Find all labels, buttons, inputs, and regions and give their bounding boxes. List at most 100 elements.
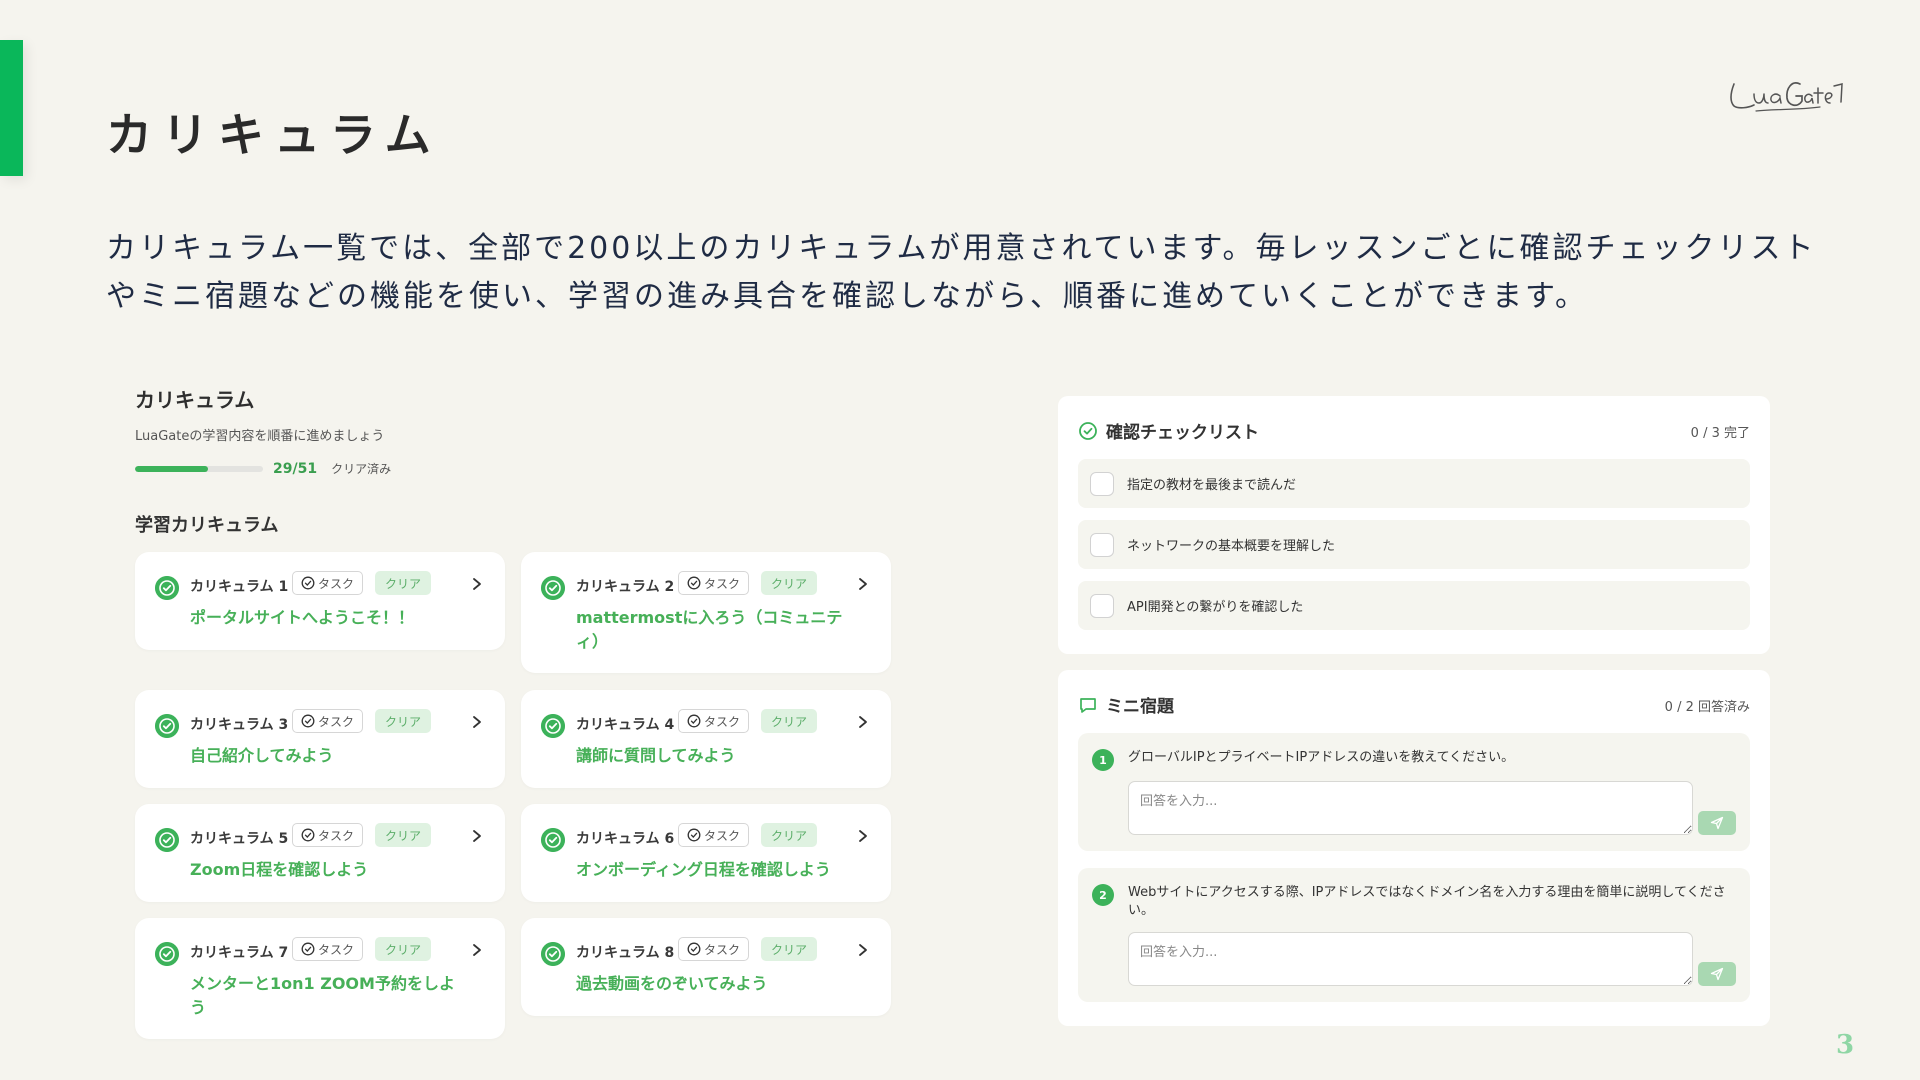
check-circle-icon xyxy=(541,828,565,852)
curriculum-title: カリキュラム xyxy=(135,388,255,412)
curriculum-card[interactable]: カリキュラム 8 タスク クリア 過去動画をのぞいてみよう xyxy=(521,918,891,1016)
task-badge-label: タスク xyxy=(704,714,741,729)
checklist-count: 0 / 3 完了 xyxy=(1690,426,1750,441)
luagate-logo xyxy=(1730,82,1843,112)
card-label: カリキュラム 1 xyxy=(190,579,289,595)
question-text: Webサイトにアクセスする際、IPアドレスではなくドメイン名を入力する理由を簡単… xyxy=(1128,885,1726,918)
clear-badge: クリア xyxy=(761,709,818,733)
curriculum-card[interactable]: カリキュラム 1 タスク クリア ポータルサイトへようこそ！！ xyxy=(135,552,505,650)
chevron-right-icon[interactable] xyxy=(855,575,871,593)
accent-bar xyxy=(0,40,23,176)
homework-count: 0 / 2 回答済み xyxy=(1664,700,1750,715)
clear-badge: クリア xyxy=(761,937,818,961)
chevron-right-icon[interactable] xyxy=(855,713,871,731)
curriculum-subtitle: LuaGateの学習内容を順番に進めましょう xyxy=(135,429,385,444)
question-number: 2 xyxy=(1092,884,1114,906)
chevron-right-icon[interactable] xyxy=(855,827,871,845)
clear-badge: クリア xyxy=(375,709,432,733)
send-icon xyxy=(1710,967,1724,981)
checklist-item-text: 指定の教材を最後まで読んだ xyxy=(1127,478,1297,493)
checklist-panel: 確認チェックリスト 0 / 3 完了 指定の教材を最後まで読んだ ネットワークの… xyxy=(1058,396,1770,654)
card-title: 自己紹介してみよう xyxy=(190,746,334,765)
checklist-title: 確認チェックリスト xyxy=(1106,423,1259,443)
progress-bar xyxy=(135,465,263,472)
send-icon xyxy=(1710,816,1724,830)
check-circle-icon xyxy=(541,714,565,738)
task-badge: タスク xyxy=(678,709,750,733)
curriculum-card[interactable]: カリキュラム 3 タスク クリア 自己紹介してみよう xyxy=(135,690,505,788)
checkbox[interactable] xyxy=(1090,471,1114,496)
card-title: ポータルサイトへようこそ！！ xyxy=(190,608,415,627)
checklist-item[interactable]: ネットワークの基本概要を理解した xyxy=(1078,520,1750,569)
slide-description: カリキュラム一覧では、全部で200以上のカリキュラムが用意されています。毎レッス… xyxy=(106,231,1817,314)
task-check-icon xyxy=(687,576,701,590)
card-label: カリキュラム 8 xyxy=(576,945,675,961)
task-check-icon xyxy=(301,714,315,728)
clear-badge: クリア xyxy=(375,571,432,595)
checkbox[interactable] xyxy=(1090,593,1114,618)
task-badge: タスク xyxy=(678,937,750,961)
task-badge-label: タスク xyxy=(318,828,355,843)
task-badge: タスク xyxy=(678,571,750,595)
curriculum-card[interactable]: カリキュラム 5 タスク クリア Zoom日程を確認しよう xyxy=(135,804,505,902)
task-badge-label: タスク xyxy=(318,576,355,591)
task-check-icon xyxy=(301,576,315,590)
checklist-item[interactable]: 指定の教材を最後まで読んだ xyxy=(1078,459,1750,508)
send-button[interactable] xyxy=(1698,962,1736,986)
curriculum-card[interactable]: カリキュラム 7 タスク クリア メンターと1on1 ZOOM予約をしよう xyxy=(135,918,505,1039)
progress-row: 29/51 クリア済み xyxy=(135,460,895,477)
card-label: カリキュラム 4 xyxy=(576,717,675,733)
section-title: 学習カリキュラム xyxy=(135,515,279,536)
curriculum-panel: カリキュラム LuaGateの学習内容を順番に進めましょう 29/51 クリア済… xyxy=(135,384,895,1039)
task-check-icon xyxy=(687,714,701,728)
answer-input[interactable] xyxy=(1128,932,1693,986)
card-title: Zoom日程を確認しよう xyxy=(190,860,369,879)
chevron-right-icon[interactable] xyxy=(469,713,485,731)
question-box: 1 グローバルIPとプライベートIPアドレスの違いを教えてください。 xyxy=(1078,733,1750,851)
task-badge-label: タスク xyxy=(318,942,355,957)
task-check-icon xyxy=(301,942,315,956)
card-label: カリキュラム 7 xyxy=(190,945,289,961)
task-badge: タスク xyxy=(292,709,364,733)
task-badge-label: タスク xyxy=(704,942,741,957)
task-badge-label: タスク xyxy=(704,576,741,591)
card-title: mattermostに入ろう（コミュニティ） xyxy=(576,608,843,651)
chevron-right-icon[interactable] xyxy=(469,827,485,845)
progress-status: クリア済み xyxy=(331,462,392,476)
chevron-right-icon[interactable] xyxy=(469,941,485,959)
task-badge-label: タスク xyxy=(318,714,355,729)
check-circle-icon xyxy=(155,576,179,600)
check-circle-icon xyxy=(155,942,179,966)
slide-title: カリキュラム xyxy=(106,108,441,162)
clear-badge: クリア xyxy=(375,937,432,961)
curriculum-card[interactable]: カリキュラム 4 タスク クリア 講師に質問してみよう xyxy=(521,690,891,788)
clear-badge: クリア xyxy=(761,571,818,595)
task-check-icon xyxy=(301,828,315,842)
task-check-icon xyxy=(687,828,701,842)
answer-input[interactable] xyxy=(1128,781,1693,835)
checklist-header: 確認チェックリスト xyxy=(1078,418,1259,443)
chevron-right-icon[interactable] xyxy=(469,575,485,593)
task-badge: タスク xyxy=(292,937,364,961)
checklist-item-text: ネットワークの基本概要を理解した xyxy=(1127,539,1336,554)
curriculum-card[interactable]: カリキュラム 6 タスク クリア オンボーディング日程を確認しよう xyxy=(521,804,891,902)
send-button[interactable] xyxy=(1698,811,1736,835)
task-badge-label: タスク xyxy=(704,828,741,843)
check-circle-icon xyxy=(541,576,565,600)
chat-bubble-icon xyxy=(1080,697,1096,713)
card-title: オンボーディング日程を確認しよう xyxy=(576,860,831,879)
card-label: カリキュラム 3 xyxy=(190,717,289,733)
page-number: 3 xyxy=(1836,1030,1855,1060)
check-circle-icon xyxy=(155,828,179,852)
question-text: グローバルIPとプライベートIPアドレスの違いを教えてください。 xyxy=(1128,750,1515,765)
card-label: カリキュラム 6 xyxy=(576,831,675,847)
checklist-item-text: API開発との繋がりを確認した xyxy=(1127,600,1304,615)
card-title: 過去動画をのぞいてみよう xyxy=(576,974,768,993)
card-title: メンターと1on1 ZOOM予約をしよう xyxy=(190,974,455,1017)
curriculum-card[interactable]: カリキュラム 2 タスク クリア mattermostに入ろう（コミュニティ） xyxy=(521,552,891,673)
checkbox[interactable] xyxy=(1090,532,1114,557)
checklist-item[interactable]: API開発との繋がりを確認した xyxy=(1078,581,1750,630)
task-badge: タスク xyxy=(292,571,364,595)
chevron-right-icon[interactable] xyxy=(855,941,871,959)
check-circle-outline-icon xyxy=(1079,421,1097,440)
